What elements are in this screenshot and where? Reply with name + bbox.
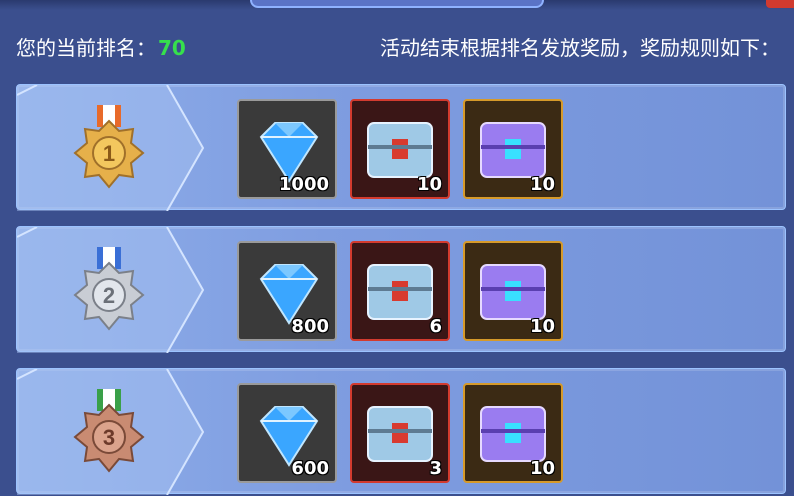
reward-rules-text: 活动结束根据排名发放奖励，奖励规则如下： xyxy=(380,36,780,60)
purple-chest-count: 10 xyxy=(529,316,555,337)
red-chest-reward[interactable]: 10 xyxy=(350,99,450,199)
reward-row-panel: 1 1000 10 10 xyxy=(16,84,786,211)
purple-chest-reward[interactable]: 10 xyxy=(463,383,563,483)
reward-row-2: 2 800 6 10 xyxy=(16,226,786,353)
red-chest-reward[interactable]: 6 xyxy=(350,241,450,341)
medal-rank-1: 1 xyxy=(103,141,115,166)
red-chest-count: 10 xyxy=(416,174,442,195)
header: 您的当前排名： 70 活动结束根据排名发放奖励，奖励规则如下： xyxy=(0,28,794,64)
diamond-count: 600 xyxy=(291,458,329,479)
diamond-reward[interactable]: 1000 xyxy=(237,99,337,199)
purple-chest-reward[interactable]: 10 xyxy=(463,241,563,341)
diamond-reward[interactable]: 600 xyxy=(237,383,337,483)
purple-chest-reward[interactable]: 10 xyxy=(463,99,563,199)
diamond-count: 800 xyxy=(291,316,329,337)
current-rank: 您的当前排名： 70 xyxy=(16,32,186,61)
medal-rank-2: 2 xyxy=(103,283,115,308)
red-chest-count: 3 xyxy=(429,458,442,479)
reward-row-3: 3 600 3 10 xyxy=(16,368,786,495)
red-chest-reward[interactable]: 3 xyxy=(350,383,450,483)
reward-row-1: 1 1000 10 10 xyxy=(16,84,786,211)
reward-row-panel: 2 800 6 10 xyxy=(16,226,786,353)
purple-chest-count: 10 xyxy=(529,458,555,479)
top-tab[interactable] xyxy=(250,0,544,8)
diamond-count: 1000 xyxy=(278,174,329,195)
gold-medal-icon: 1 xyxy=(73,105,145,189)
current-rank-label: 您的当前排名： xyxy=(16,36,156,60)
diamond-reward[interactable]: 800 xyxy=(237,241,337,341)
reward-row-panel: 3 600 3 10 xyxy=(16,368,786,495)
close-button-corner[interactable] xyxy=(766,0,794,8)
bronze-medal-icon: 3 xyxy=(73,389,145,473)
purple-chest-count: 10 xyxy=(529,174,555,195)
medal-rank-3: 3 xyxy=(103,425,115,450)
red-chest-count: 6 xyxy=(429,316,442,337)
current-rank-value: 70 xyxy=(158,36,186,60)
silver-medal-icon: 2 xyxy=(73,247,145,331)
